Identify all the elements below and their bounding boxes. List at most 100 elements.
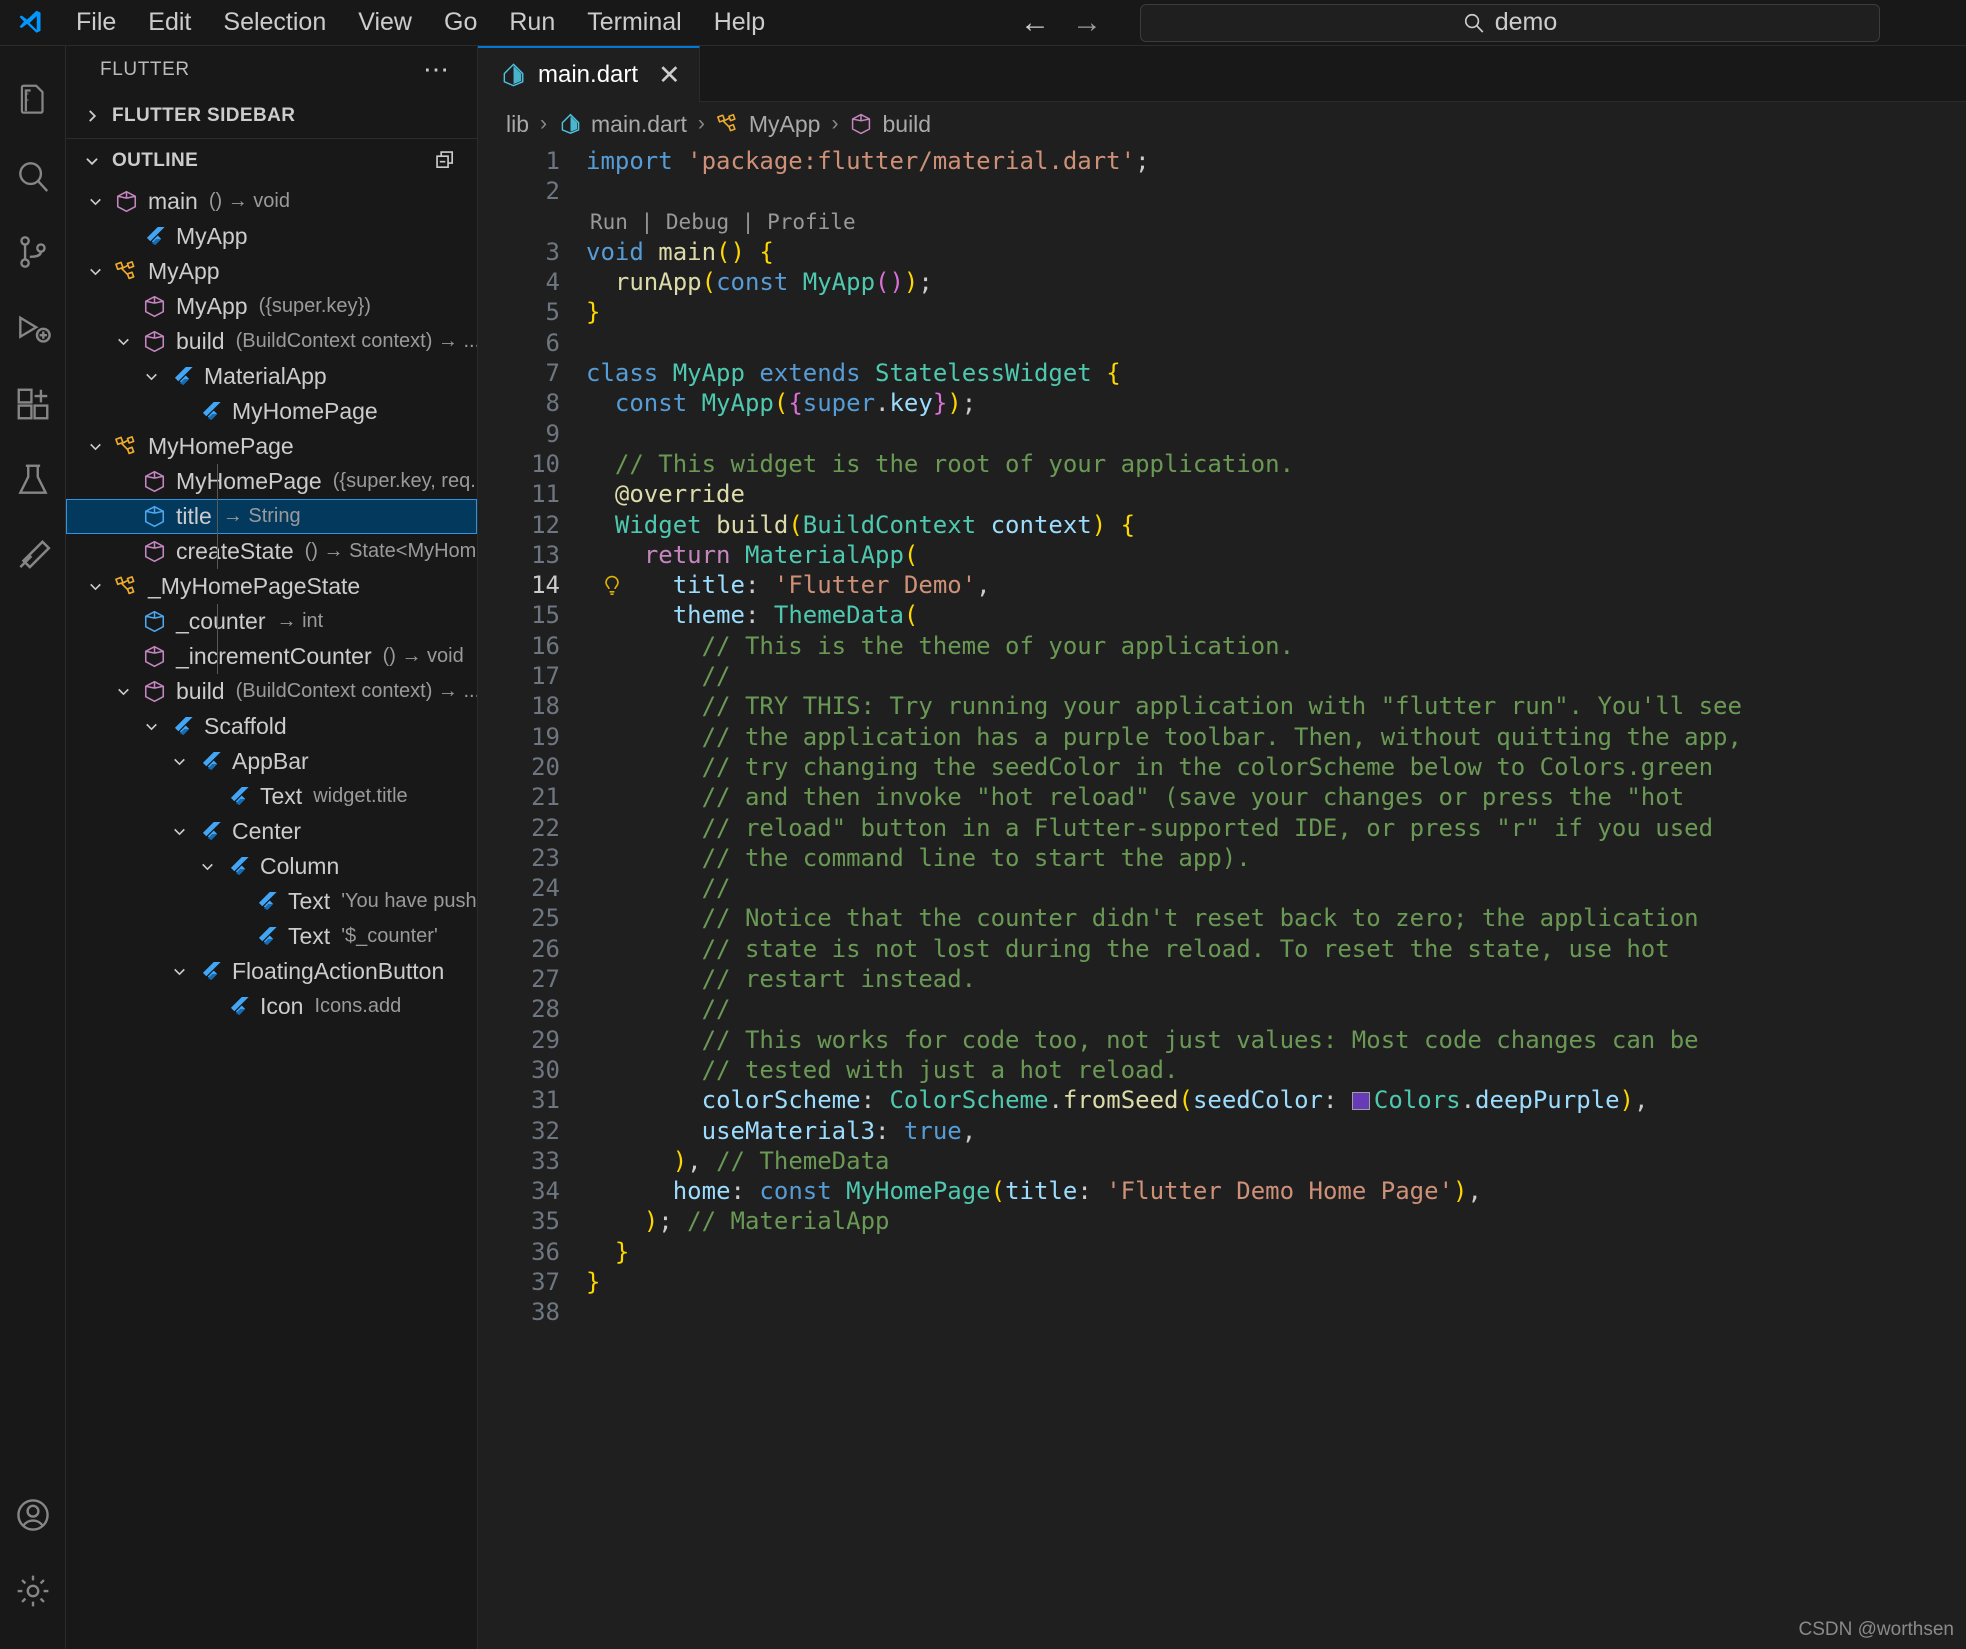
outline-item[interactable]: Scaffold <box>66 709 477 744</box>
lightbulb-icon[interactable] <box>600 570 626 600</box>
code-line[interactable] <box>586 176 1966 206</box>
code-line[interactable]: home: const MyHomePage(title: 'Flutter D… <box>586 1176 1966 1206</box>
chevron-down-icon[interactable] <box>80 193 110 210</box>
outline-item[interactable]: Text widget.title <box>66 779 477 814</box>
code-line[interactable]: title: 'Flutter Demo', <box>586 570 1966 600</box>
menu-go[interactable]: Go <box>428 4 493 41</box>
outline-item[interactable]: FloatingActionButton <box>66 954 477 989</box>
code-line[interactable]: return MaterialApp( <box>586 540 1966 570</box>
chevron-down-icon[interactable] <box>80 578 110 595</box>
code-line[interactable]: @override <box>586 479 1966 509</box>
code-line[interactable]: // TRY THIS: Try running your applicatio… <box>586 691 1966 721</box>
command-center-search[interactable]: demo <box>1140 3 1880 42</box>
outline-item[interactable]: Center <box>66 814 477 849</box>
menu-help[interactable]: Help <box>698 4 781 41</box>
gear-icon[interactable] <box>0 1553 66 1629</box>
menu-view[interactable]: View <box>342 4 428 41</box>
source-code[interactable]: import 'package:flutter/material.dart'; … <box>578 146 1966 1649</box>
code-line[interactable]: ), // ThemeData <box>586 1146 1966 1176</box>
chevron-down-icon[interactable] <box>164 963 194 980</box>
code-line[interactable]: // and then invoke "hot reload" (save yo… <box>586 782 1966 812</box>
outline-item[interactable]: AppBar <box>66 744 477 779</box>
code-line[interactable]: // the command line to start the app). <box>586 843 1966 873</box>
code-line[interactable]: // This widget is the root of your appli… <box>586 449 1966 479</box>
account-icon[interactable] <box>0 1477 66 1553</box>
close-icon[interactable]: ✕ <box>658 61 681 89</box>
breadcrumb-item[interactable]: build <box>845 109 935 140</box>
outline-item[interactable]: createState () → State<MyHom... <box>66 534 477 569</box>
code-line[interactable]: // reload" button in a Flutter-supported… <box>586 813 1966 843</box>
code-line[interactable]: class MyApp extends StatelessWidget { <box>586 358 1966 388</box>
code-line[interactable]: // try changing the seedColor in the col… <box>586 752 1966 782</box>
breadcrumb-item[interactable]: MyApp <box>712 109 825 140</box>
go-back-icon[interactable]: ← <box>1020 7 1050 38</box>
outline-item[interactable]: MyHomePage <box>66 394 477 429</box>
code-line[interactable]: // tested with just a hot reload. <box>586 1055 1966 1085</box>
breadcrumb-item[interactable]: main.dart <box>554 109 691 140</box>
code-line[interactable]: theme: ThemeData( <box>586 600 1966 630</box>
code-line[interactable]: // This works for code too, not just val… <box>586 1025 1966 1055</box>
chevron-down-icon[interactable] <box>136 368 166 385</box>
menu-edit[interactable]: Edit <box>132 4 207 41</box>
code-lens-profile[interactable]: Profile <box>767 210 856 234</box>
outline-item[interactable]: build (BuildContext context) → ... <box>66 674 477 709</box>
search-icon[interactable] <box>0 138 66 214</box>
chevron-down-icon[interactable] <box>192 858 222 875</box>
chevron-down-icon[interactable] <box>164 753 194 770</box>
outline-item[interactable]: MyApp <box>66 219 477 254</box>
chevron-down-icon[interactable] <box>80 438 110 455</box>
chevron-down-icon[interactable] <box>164 823 194 840</box>
code-line[interactable]: // the application has a purple toolbar.… <box>586 722 1966 752</box>
menu-terminal[interactable]: Terminal <box>571 4 697 41</box>
code-line[interactable] <box>586 328 1966 358</box>
code-line[interactable]: const MyApp({super.key}); <box>586 388 1966 418</box>
outline-item[interactable]: MyHomePage <box>66 429 477 464</box>
section-outline[interactable]: OUTLINE <box>66 138 477 182</box>
outline-item[interactable]: build (BuildContext context) → ... <box>66 324 477 359</box>
source-control-icon[interactable] <box>0 214 66 290</box>
code-line[interactable]: void main() { <box>586 237 1966 267</box>
chevron-down-icon[interactable] <box>108 333 138 350</box>
outline-item[interactable]: MyApp ({super.key}) <box>66 289 477 324</box>
outline-tree[interactable]: main () → void MyApp MyApp MyApp ({super.key}… <box>66 182 477 1649</box>
chevron-down-icon[interactable] <box>80 263 110 280</box>
code-line[interactable]: // state is not lost during the reload. … <box>586 934 1966 964</box>
code-line[interactable]: // <box>586 994 1966 1024</box>
code-line[interactable]: colorScheme: ColorScheme.fromSeed(seedCo… <box>586 1085 1966 1115</box>
color-swatch[interactable] <box>1351 1092 1370 1111</box>
code-line[interactable]: ); // MaterialApp <box>586 1206 1966 1236</box>
collapse-all-icon[interactable] <box>435 150 457 172</box>
sidebar-more-actions[interactable]: ⋯ <box>423 57 451 82</box>
code-line[interactable]: // restart instead. <box>586 964 1966 994</box>
outline-item[interactable]: Text '$_counter' <box>66 919 477 954</box>
code-line[interactable] <box>586 419 1966 449</box>
outline-item[interactable]: _MyHomePageState <box>66 569 477 604</box>
outline-item-selected[interactable]: title → String <box>66 499 477 534</box>
code-line[interactable]: Widget build(BuildContext context) { <box>586 510 1966 540</box>
code-line[interactable]: } <box>586 297 1966 327</box>
breadcrumb[interactable]: lib › main.dart › MyApp › build <box>478 102 1966 146</box>
code-line[interactable]: } <box>586 1237 1966 1267</box>
outline-item[interactable]: Text 'You have pushed th... <box>66 884 477 919</box>
code-line[interactable]: // Notice that the counter didn't reset … <box>586 903 1966 933</box>
code-line[interactable]: // <box>586 661 1966 691</box>
breadcrumb-item[interactable]: lib <box>502 109 533 140</box>
code-lens-run[interactable]: Run <box>590 210 628 234</box>
outline-item[interactable]: Column <box>66 849 477 884</box>
beaker-icon[interactable] <box>0 442 66 518</box>
menu-selection[interactable]: Selection <box>207 4 342 41</box>
files-icon[interactable] <box>0 62 66 138</box>
code-line[interactable]: useMaterial3: true, <box>586 1116 1966 1146</box>
chevron-down-icon[interactable] <box>108 683 138 700</box>
outline-item[interactable]: MaterialApp <box>66 359 477 394</box>
code-line[interactable]: import 'package:flutter/material.dart'; <box>586 146 1966 176</box>
code-line[interactable]: // This is the theme of your application… <box>586 631 1966 661</box>
code-line[interactable]: runApp(const MyApp()); <box>586 267 1966 297</box>
code-line[interactable] <box>586 1297 1966 1327</box>
code-line[interactable]: // <box>586 873 1966 903</box>
outline-item[interactable]: MyApp <box>66 254 477 289</box>
section-flutter-sidebar[interactable]: FLUTTER SIDEBAR <box>66 94 477 138</box>
code-line[interactable]: } <box>586 1267 1966 1297</box>
outline-item[interactable]: Icon Icons.add <box>66 989 477 1024</box>
code-editor[interactable]: 12.3456789101112131415161718192021222324… <box>478 146 1966 1649</box>
